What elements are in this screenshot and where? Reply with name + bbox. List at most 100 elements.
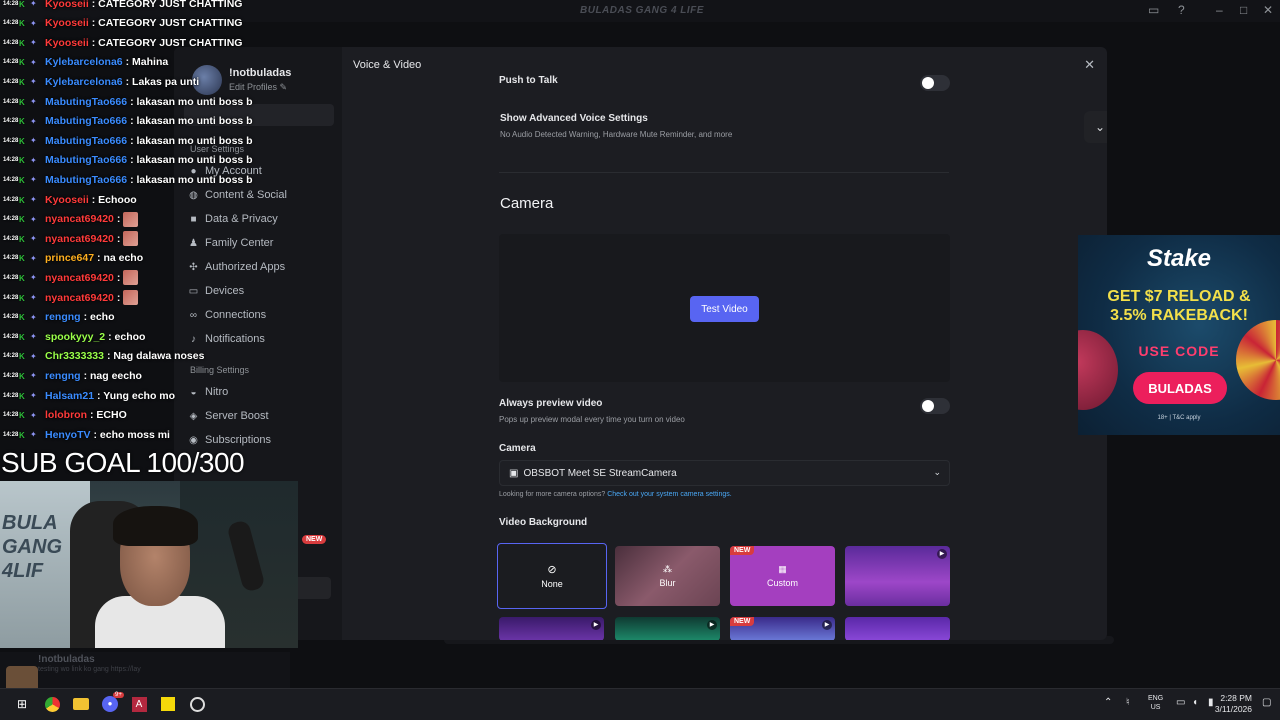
kick-badge-icon: K xyxy=(19,273,25,283)
chat-timestamp: 14:28 xyxy=(3,255,19,262)
subscriber-badge-icon: ✦ xyxy=(30,351,37,361)
chrome-icon[interactable] xyxy=(42,694,62,714)
page-title: Voice & Video xyxy=(353,59,422,71)
new-badge: NEW xyxy=(302,535,327,544)
camera-select-label: Camera xyxy=(499,443,536,454)
chat-message: 14:28 K ✦ rengng: nag eecho xyxy=(3,366,142,385)
sidebar-item-devices[interactable]: ▭ Devices xyxy=(188,281,338,301)
webcam-hair xyxy=(113,506,198,546)
sidebar-item-connections[interactable]: ∞ Connections xyxy=(188,305,338,325)
explorer-icon[interactable] xyxy=(71,694,91,714)
chat-text: : nag eecho xyxy=(83,369,142,382)
kick-badge-icon: K xyxy=(19,175,25,185)
chat-text: : lakasan mo unti boss b xyxy=(130,134,253,147)
kick-badge-icon: K xyxy=(19,19,25,29)
network-icon[interactable]: ▭ xyxy=(1176,697,1185,708)
subscriber-badge-icon: ✦ xyxy=(30,38,37,48)
chat-text: : ECHO xyxy=(90,409,127,422)
notifications-icon[interactable]: ▢ xyxy=(1262,697,1271,708)
ad-use-code: USE CODE xyxy=(1138,343,1220,359)
play-icon: ▶ xyxy=(591,620,601,630)
obs-icon[interactable] xyxy=(187,694,207,714)
chevron-up-icon[interactable]: ⌃ xyxy=(1104,697,1112,708)
chat-timestamp: 14:28 xyxy=(3,274,19,281)
chat-username: nyancat69420 xyxy=(45,232,114,245)
chat-timestamp: 14:28 xyxy=(3,235,19,242)
background-tile-custom[interactable]: NEW ▦ Custom xyxy=(730,546,835,606)
help-icon[interactable]: ? xyxy=(1178,3,1185,17)
chat-username: MabutingTao666 xyxy=(45,134,128,147)
chat-username: MabutingTao666 xyxy=(45,115,128,128)
camera-icon: ▣ xyxy=(509,467,519,479)
chat-text: : CATEGORY JUST CHATTING xyxy=(91,17,243,30)
user-bar-name: !notbuladas xyxy=(38,654,95,665)
chat-message: 14:28 K ✦ MabutingTao666: lakasan mo unti b… xyxy=(3,112,253,131)
chat-timestamp: 14:28 xyxy=(3,314,19,321)
advanced-voice-settings-subtitle: No Audio Detected Warning, Hardware Mute… xyxy=(500,130,733,139)
divider xyxy=(499,172,949,173)
chat-timestamp: 14:28 xyxy=(3,157,19,164)
chat-message: 14:28 K ✦ Kylebarcelona6: Lakas pa unti xyxy=(3,72,199,91)
ad-code-button: BULADAS xyxy=(1133,372,1227,404)
kick-badge-icon: K xyxy=(19,352,25,362)
chevron-down-icon[interactable]: ⌄ xyxy=(1084,111,1107,143)
sidebar-item-family-center[interactable]: ♟ Family Center xyxy=(188,233,338,253)
background-tile-none[interactable]: ⊘ None xyxy=(497,543,607,609)
subscriber-badge-icon: ✦ xyxy=(30,175,37,185)
notes-icon[interactable] xyxy=(158,694,178,714)
chat-username: Kyooseii xyxy=(45,17,89,30)
language-indicator[interactable]: ENG US xyxy=(1148,694,1163,712)
chat-username: lolobron xyxy=(45,409,87,422)
chat-message: 14:28 K ✦ HenyoTV: echo moss mi xyxy=(3,425,170,444)
push-to-talk-toggle[interactable] xyxy=(920,75,950,91)
minimize-icon[interactable]: – xyxy=(1216,3,1223,17)
sidebar-item-nitro[interactable]: ◒ Nitro xyxy=(188,382,338,402)
system-camera-settings-link[interactable]: Check out your system camera settings. xyxy=(607,491,732,498)
background-tile-preset-3[interactable]: ▶ xyxy=(615,617,720,640)
ad-wheel-graphic xyxy=(1236,320,1280,400)
chat-timestamp: 14:28 xyxy=(3,20,19,27)
lock-icon: ■ xyxy=(190,213,197,225)
close-settings-button[interactable]: ✕ xyxy=(1084,57,1095,73)
chat-username: Halsam21 xyxy=(45,389,95,402)
chat-message: 14:28 K ✦ rengng: echo xyxy=(3,308,115,327)
sidebar-item-data-privacy[interactable]: ■ Data & Privacy xyxy=(188,209,338,229)
camera-heading: Camera xyxy=(500,195,554,212)
chat-message: 14:28 K ✦ MabutingTao666: lakasan mo unti b… xyxy=(3,151,253,170)
sidebar-item-notifications[interactable]: ♪ Notifications xyxy=(188,329,338,349)
background-tile-preset-2[interactable]: ▶ xyxy=(499,617,604,640)
microphone-icon[interactable]: ♮ xyxy=(1126,697,1130,708)
chat-timestamp: 14:28 xyxy=(3,412,19,419)
chat-username: Kylebarcelona6 xyxy=(45,75,123,88)
background-tile-preset-4[interactable]: NEW ▶ xyxy=(730,617,835,640)
video-background-label: Video Background xyxy=(499,517,588,528)
battery-icon[interactable]: ▮ xyxy=(1208,697,1214,708)
always-preview-toggle[interactable] xyxy=(920,398,950,414)
chat-username: Kylebarcelona6 xyxy=(45,56,123,69)
chat-text: : xyxy=(116,213,121,226)
chat-emote-icon xyxy=(123,231,139,247)
maximize-icon[interactable]: □ xyxy=(1240,3,1247,17)
none-icon: ⊘ xyxy=(547,564,557,576)
start-icon[interactable]: ⊞ xyxy=(12,694,32,714)
sidebar-item-server-boost[interactable]: ◈ Server Boost xyxy=(188,406,338,426)
background-tile-preset-5[interactable] xyxy=(845,617,950,640)
taskbar-clock[interactable]: 2:28 PM 3/11/2026 xyxy=(1215,693,1252,715)
close-icon[interactable]: ✕ xyxy=(1263,3,1273,17)
test-video-button[interactable]: Test Video xyxy=(690,296,759,322)
chat-text: : echo moss mi xyxy=(93,428,170,441)
sidebar-item-authorized-apps[interactable]: ✣ Authorized Apps xyxy=(188,257,338,277)
subscriber-badge-icon: ✦ xyxy=(30,214,37,224)
background-tile-blur[interactable]: ⁂ Blur xyxy=(615,546,720,606)
camera-select[interactable]: ▣ OBSBOT Meet SE StreamCamera ⌄ xyxy=(499,460,950,486)
kick-badge-icon: K xyxy=(19,0,25,9)
chat-text: : Yung echo mo xyxy=(97,389,176,402)
subscriber-badge-icon: ✦ xyxy=(30,273,37,283)
ad-headline: GET $7 RELOAD & 3.5% RAKEBACK! xyxy=(1107,288,1251,324)
app-icon[interactable]: A xyxy=(129,694,149,714)
inbox-icon[interactable]: ▭ xyxy=(1148,3,1159,17)
settings-modal: !notbuladas Edit Profiles ✎ User Setting… xyxy=(174,47,1107,640)
background-tile-preset-1[interactable]: ▶ xyxy=(845,546,950,606)
chat-text: : Nag dalawa noses xyxy=(106,350,205,363)
speaker-icon[interactable]: ◖ xyxy=(1192,697,1198,708)
